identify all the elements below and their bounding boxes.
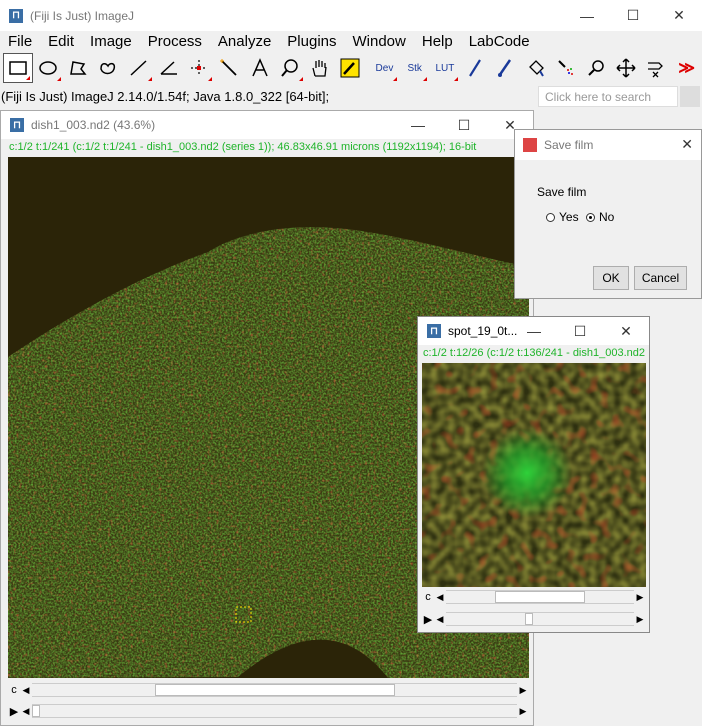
channel-scrollbar[interactable]: c ◀ ▶: [8, 682, 529, 698]
menu-plugins[interactable]: Plugins: [279, 33, 344, 50]
search-input[interactable]: Click here to search: [538, 86, 678, 107]
menu-bar: File Edit Image Process Analyze Plugins …: [0, 31, 702, 51]
rectangle-tool-icon[interactable]: [3, 53, 33, 83]
spot-channel-right-arrow-icon[interactable]: ▶: [634, 590, 646, 604]
radio-no-dot[interactable]: [586, 212, 595, 222]
text-tool-icon[interactable]: [245, 53, 275, 83]
zoom-tool-icon[interactable]: [581, 53, 611, 83]
spot-time-right-arrow-icon[interactable]: ▶: [634, 612, 646, 626]
color-picker-tool-icon[interactable]: [335, 53, 365, 83]
angle-tool-icon[interactable]: [154, 53, 184, 83]
spot-image[interactable]: [422, 363, 646, 587]
more-tools-icon[interactable]: ≫: [672, 53, 702, 83]
spot-time-scrollbar[interactable]: ▶ ◀ ▶: [422, 611, 646, 627]
menu-file[interactable]: File: [0, 33, 40, 50]
spot-channel-left-arrow-icon[interactable]: ◀: [434, 590, 446, 604]
channel-right-arrow-icon[interactable]: ▶: [517, 683, 529, 697]
spot-info: c:1/2 t:12/26 (c:1/2 t:136/241 - dish1_0…: [423, 347, 645, 359]
channel-left-arrow-icon[interactable]: ◀: [20, 683, 32, 697]
dev-tool[interactable]: Dev: [370, 53, 400, 83]
dialog-icon: [523, 138, 537, 152]
maximize-icon[interactable]: ☐: [610, 0, 656, 31]
image-titlebar[interactable]: ⊓ dish1_003.nd2 (43.6%) — ☐ ✕: [1, 111, 533, 139]
channel-scroll-thumb[interactable]: [154, 684, 395, 696]
menu-analyze[interactable]: Analyze: [210, 33, 279, 50]
image-window-icon: ⊓: [10, 118, 24, 132]
save-film-dialog: Save film ✕ Save film Yes No OK Cancel: [514, 129, 702, 299]
time-scrollbar[interactable]: ▶ ◀ ▶: [8, 703, 529, 719]
image-maximize-icon[interactable]: ☐: [441, 111, 487, 139]
ok-button[interactable]: OK: [593, 266, 629, 290]
spot-window-icon: ⊓: [427, 324, 441, 338]
wand-tool-icon[interactable]: [215, 53, 245, 83]
search-button[interactable]: [680, 86, 700, 107]
time-scroll-thumb[interactable]: [32, 705, 40, 717]
shortcut-tool-icon[interactable]: [642, 53, 672, 83]
main-title: (Fiji Is Just) ImageJ: [30, 8, 135, 23]
spot-title: spot_19_0t...: [448, 324, 518, 338]
flood-fill-tool-icon[interactable]: [521, 53, 551, 83]
hand-tool-icon[interactable]: [305, 53, 335, 83]
spot-channel-label: c: [425, 591, 431, 603]
menu-process[interactable]: Process: [140, 33, 210, 50]
radio-no[interactable]: No: [586, 210, 614, 224]
dialog-titlebar[interactable]: Save film ✕: [515, 130, 701, 160]
time-left-arrow-icon[interactable]: ◀: [20, 704, 32, 718]
spot-titlebar[interactable]: ⊓ spot_19_0t... — ☐ ✕: [418, 317, 649, 345]
line-tool-icon[interactable]: [124, 53, 154, 83]
dialog-close-icon[interactable]: ✕: [681, 136, 693, 153]
minimize-icon[interactable]: —: [564, 0, 610, 31]
move-tool-icon[interactable]: [611, 53, 641, 83]
radio-yes-label: Yes: [559, 210, 579, 224]
channel-label: c: [11, 684, 17, 696]
image-minimize-icon[interactable]: —: [395, 111, 441, 139]
oval-tool-icon[interactable]: [33, 53, 63, 83]
time-right-arrow-icon[interactable]: ▶: [517, 704, 529, 718]
play-icon[interactable]: ▶: [8, 705, 20, 718]
menu-image[interactable]: Image: [82, 33, 140, 50]
spot-maximize-icon[interactable]: ☐: [557, 317, 603, 345]
tool-bar: Dev Stk LUT ≫: [0, 52, 702, 84]
spray-tool-icon[interactable]: [551, 53, 581, 83]
polygon-tool-icon[interactable]: [63, 53, 93, 83]
save-film-label: Save film: [537, 185, 587, 199]
menu-window[interactable]: Window: [345, 33, 414, 50]
close-icon[interactable]: ✕: [656, 0, 702, 31]
menu-edit[interactable]: Edit: [40, 33, 82, 50]
spot-time-left-arrow-icon[interactable]: ◀: [434, 612, 446, 626]
spot-channel-scroll-thumb[interactable]: [495, 591, 585, 603]
spot-channel-scrollbar[interactable]: c ◀ ▶: [422, 589, 646, 605]
spot-minimize-icon[interactable]: —: [511, 317, 557, 345]
magnifier-tool-icon[interactable]: [275, 53, 305, 83]
spot-time-scroll-thumb[interactable]: [524, 613, 533, 625]
image-info: c:1/2 t:1/241 (c:1/2 t:1/241 - dish1_003…: [9, 141, 477, 153]
menu-help[interactable]: Help: [414, 33, 461, 50]
spot-window: ⊓ spot_19_0t... — ☐ ✕ c:1/2 t:12/26 (c:1…: [417, 316, 650, 633]
radio-yes[interactable]: Yes: [546, 210, 579, 224]
pencil-tool-icon[interactable]: [460, 53, 490, 83]
cancel-button[interactable]: Cancel: [634, 266, 687, 290]
lut-tool[interactable]: LUT: [430, 53, 460, 83]
stk-tool[interactable]: Stk: [400, 53, 430, 83]
fiji-app-icon: ⊓: [9, 8, 23, 23]
spot-play-icon[interactable]: ▶: [422, 613, 434, 626]
radio-no-label: No: [599, 210, 615, 224]
spot-close-icon[interactable]: ✕: [603, 317, 649, 345]
brush-tool-icon[interactable]: [491, 53, 521, 83]
dialog-title: Save film: [544, 138, 594, 152]
main-titlebar[interactable]: ⊓ (Fiji Is Just) ImageJ — ☐ ✕: [0, 0, 702, 31]
freehand-tool-icon[interactable]: [94, 53, 124, 83]
menu-labcode[interactable]: LabCode: [461, 33, 538, 50]
radio-yes-dot[interactable]: [546, 212, 555, 222]
status-text: (Fiji Is Just) ImageJ 2.14.0/1.54f; Java…: [1, 88, 330, 104]
image-title: dish1_003.nd2 (43.6%): [31, 118, 156, 132]
point-tool-icon[interactable]: [184, 53, 214, 83]
